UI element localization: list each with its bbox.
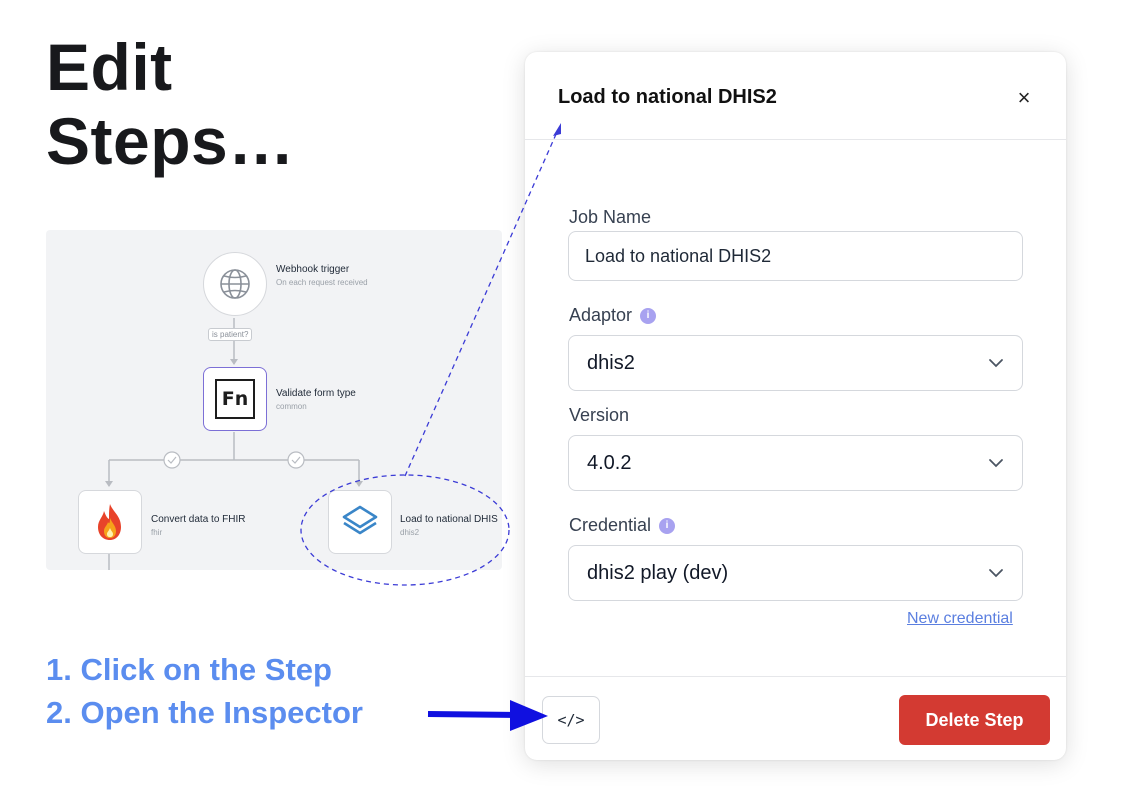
headline-line-1: Edit [46,30,173,104]
node-title: Convert data to FHIR [151,514,246,525]
info-icon[interactable]: i [640,308,657,324]
chevron-down-icon [989,569,1003,578]
footer-divider [525,676,1066,677]
job-name-input[interactable] [568,231,1023,281]
inspector-panel: Load to national DHIS2 × Job Name Adapto… [525,52,1066,760]
validate-form-text: Validate form type common [276,388,356,411]
close-icon[interactable]: × [1013,87,1035,109]
credential-label-row: Credential i [569,515,676,536]
layers-icon [342,505,378,535]
version-label: Version [569,405,630,425]
job-name-label: Job Name [569,207,652,227]
node-subtitle: On each request received [276,278,368,287]
version-select[interactable]: 4.0.2 [568,435,1023,491]
workflow-canvas: is patient? Webhook trigger On each requ… [46,230,502,570]
convert-fhir-node[interactable] [78,490,142,554]
validate-form-node[interactable]: Fn [203,367,267,431]
node-title: Load to national DHIS [400,514,498,525]
node-subtitle: fhir [151,528,163,537]
version-value: 4.0.2 [587,451,632,474]
page-headline: Edit Steps… [46,30,295,178]
webhook-trigger-node[interactable] [203,252,267,316]
load-dhis-node[interactable] [328,490,392,554]
load-dhis-text: Load to national DHIS dhis2 [400,514,498,537]
info-icon[interactable]: i [659,518,676,534]
node-title: Validate form type [276,388,356,399]
adaptor-label: Adaptor [569,305,633,325]
arrowhead-validate [230,359,238,365]
webhook-trigger-text: Webhook trigger On each request received [276,264,368,287]
instructions: 1. Click on the Step 2. Open the Inspect… [46,648,363,734]
credential-value: dhis2 play (dev) [587,561,729,584]
arrowhead-load [355,481,363,487]
instruction-step-1: 1. Click on the Step [46,652,332,687]
node-subtitle: dhis2 [400,528,420,537]
new-credential-link[interactable]: New credential [907,610,1013,628]
node-subtitle: common [276,402,307,411]
arrowhead-convert [105,481,113,487]
check-icon [163,451,181,469]
instruction-step-2: 2. Open the Inspector [46,695,363,730]
adaptor-value: dhis2 [587,351,635,374]
header-divider [525,139,1066,140]
chevron-down-icon [989,359,1003,368]
code-icon[interactable]: </> [542,696,600,744]
credential-label: Credential [569,515,652,535]
globe-icon [220,269,250,299]
inspector-title: Load to national DHIS2 [558,86,777,108]
credential-select[interactable]: dhis2 play (dev) [568,545,1023,601]
inspector-pointer-arrow [427,711,521,718]
delete-step-button[interactable]: Delete Step [899,695,1050,745]
check-icon [287,451,305,469]
node-title: Webhook trigger [276,264,350,275]
chevron-down-icon [989,459,1003,468]
headline-line-2: Steps… [46,104,295,178]
fn-icon: Fn [215,379,255,419]
convert-fhir-text: Convert data to FHIR fhir [151,514,245,537]
fire-icon [98,504,121,540]
adaptor-label-row: Adaptor i [569,305,657,326]
edge-condition-label[interactable]: is patient? [208,328,253,341]
adaptor-select[interactable]: dhis2 [568,335,1023,391]
